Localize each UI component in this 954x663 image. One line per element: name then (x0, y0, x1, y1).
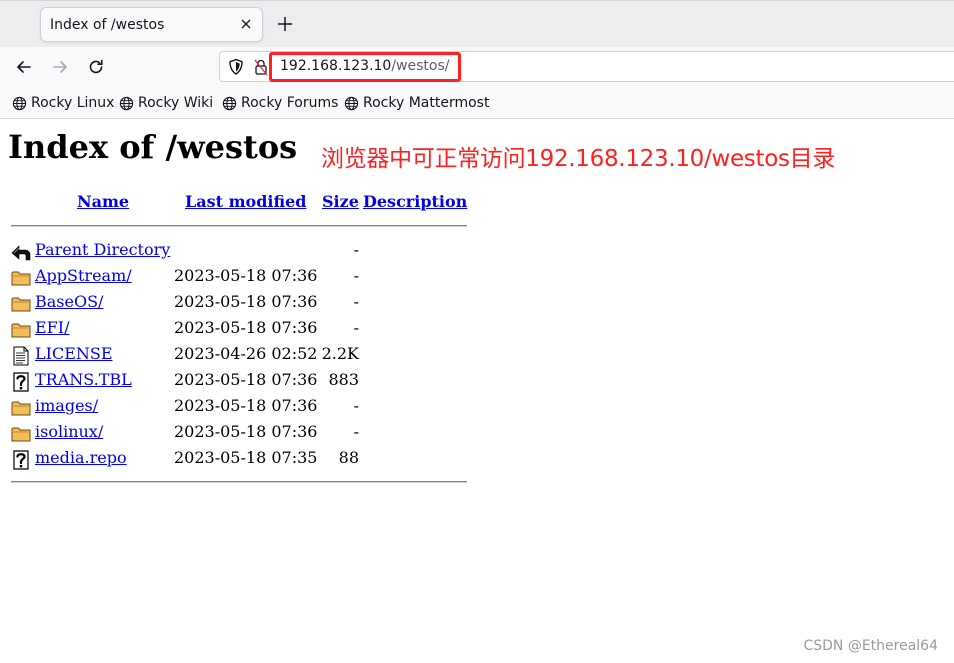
file-modified: 2023-05-18 07:36 (174, 318, 318, 337)
bookmarks-toolbar: Rocky Linux Rocky Wiki Rocky Forums Rock… (0, 87, 954, 119)
file-size: - (353, 266, 359, 285)
file-size: 883 (328, 370, 359, 389)
listing-row: isolinux/ 2023-05-18 07:36 - (0, 422, 500, 448)
listing-row: Parent Directory - (0, 240, 500, 266)
listing-row: TRANS.TBL 2023-05-18 07:36 883 (0, 370, 500, 396)
unknown-file-icon (13, 372, 29, 392)
text-file-icon (13, 346, 29, 366)
bookmark-label: Rocky Linux (31, 95, 115, 111)
back-arrow-icon[interactable] (14, 57, 34, 77)
bookmark-label: Rocky Wiki (138, 95, 214, 111)
file-modified: 2023-05-18 07:36 (174, 370, 318, 389)
file-link[interactable]: images/ (35, 396, 98, 415)
column-header-last-modified[interactable]: Last modified (185, 192, 306, 211)
back-arrow-icon (11, 245, 31, 261)
annotation-text: 浏览器中可正常访问192.168.123.10/westos目录 (321, 146, 836, 172)
reload-icon[interactable] (86, 57, 106, 77)
divider (11, 481, 467, 483)
bookmark-label: Rocky Forums (241, 95, 339, 111)
globe-icon (222, 96, 237, 110)
file-size: - (353, 240, 359, 259)
watermark: CSDN @Ethereal64 (803, 638, 938, 654)
file-link[interactable]: AppStream/ (35, 266, 132, 285)
url-host: 192.168.123.10 (280, 58, 392, 74)
bookmark-label: Rocky Mattermost (363, 95, 490, 111)
forward-arrow-icon[interactable] (50, 57, 70, 77)
globe-icon (12, 96, 27, 110)
insecure-lock-icon[interactable] (254, 58, 268, 76)
file-link[interactable]: LICENSE (35, 344, 113, 363)
listing-row: BaseOS/ 2023-05-18 07:36 - (0, 292, 500, 318)
folder-icon (11, 401, 31, 416)
url-text[interactable]: 192.168.123.10/westos/ (280, 58, 449, 74)
divider (11, 225, 467, 227)
file-link[interactable]: Parent Directory (35, 240, 170, 259)
listing-row: media.repo 2023-05-18 07:35 88 (0, 448, 500, 474)
file-size: - (353, 292, 359, 311)
file-link[interactable]: media.repo (35, 448, 127, 467)
listing-row: EFI/ 2023-05-18 07:36 - (0, 318, 500, 344)
tab-index-westos[interactable]: Index of /westos (40, 7, 263, 42)
tab-title: Index of /westos (50, 17, 165, 33)
file-modified: 2023-05-18 07:35 (174, 448, 318, 467)
bookmark-rocky-linux[interactable]: Rocky Linux (12, 94, 114, 112)
folder-icon (11, 297, 31, 312)
folder-icon (11, 271, 31, 286)
file-link[interactable]: TRANS.TBL (35, 370, 132, 389)
file-size: - (353, 318, 359, 337)
listing-row: LICENSE 2023-04-26 02:52 2.2K (0, 344, 500, 370)
listing-row: images/ 2023-05-18 07:36 - (0, 396, 500, 422)
column-header-size[interactable]: Size (322, 192, 359, 211)
url-path: /westos/ (391, 58, 450, 74)
file-link[interactable]: isolinux/ (35, 422, 103, 441)
file-modified: 2023-05-18 07:36 (174, 396, 318, 415)
file-modified: 2023-04-26 02:52 (174, 344, 318, 363)
file-link[interactable]: EFI/ (35, 318, 70, 337)
tracking-shield-icon[interactable] (228, 58, 244, 76)
file-link[interactable]: BaseOS/ (35, 292, 103, 311)
globe-icon (119, 96, 134, 110)
folder-icon (11, 427, 31, 442)
new-tab-plus-icon[interactable] (276, 15, 294, 33)
file-size: - (353, 422, 359, 441)
file-modified: 2023-05-18 07:36 (174, 292, 318, 311)
folder-icon (11, 323, 31, 338)
column-header-description[interactable]: Description (363, 192, 467, 211)
listing-row: AppStream/ 2023-05-18 07:36 - (0, 266, 500, 292)
file-size: 2.2K (321, 344, 359, 363)
tab-strip: Index of /westos (0, 0, 954, 47)
page-title: Index of /westos (8, 128, 298, 166)
close-icon[interactable] (238, 16, 254, 32)
navigation-toolbar (0, 47, 954, 87)
bookmark-rocky-mattermost[interactable]: Rocky Mattermost (344, 94, 489, 112)
file-modified: 2023-05-18 07:36 (174, 422, 318, 441)
file-size: - (353, 396, 359, 415)
bookmark-rocky-forums[interactable]: Rocky Forums (222, 94, 338, 112)
bookmark-rocky-wiki[interactable]: Rocky Wiki (119, 94, 213, 112)
unknown-file-icon (13, 450, 29, 470)
file-modified: 2023-05-18 07:36 (174, 266, 318, 285)
column-header-name[interactable]: Name (77, 192, 129, 211)
globe-icon (344, 96, 359, 110)
file-size: 88 (338, 448, 359, 467)
